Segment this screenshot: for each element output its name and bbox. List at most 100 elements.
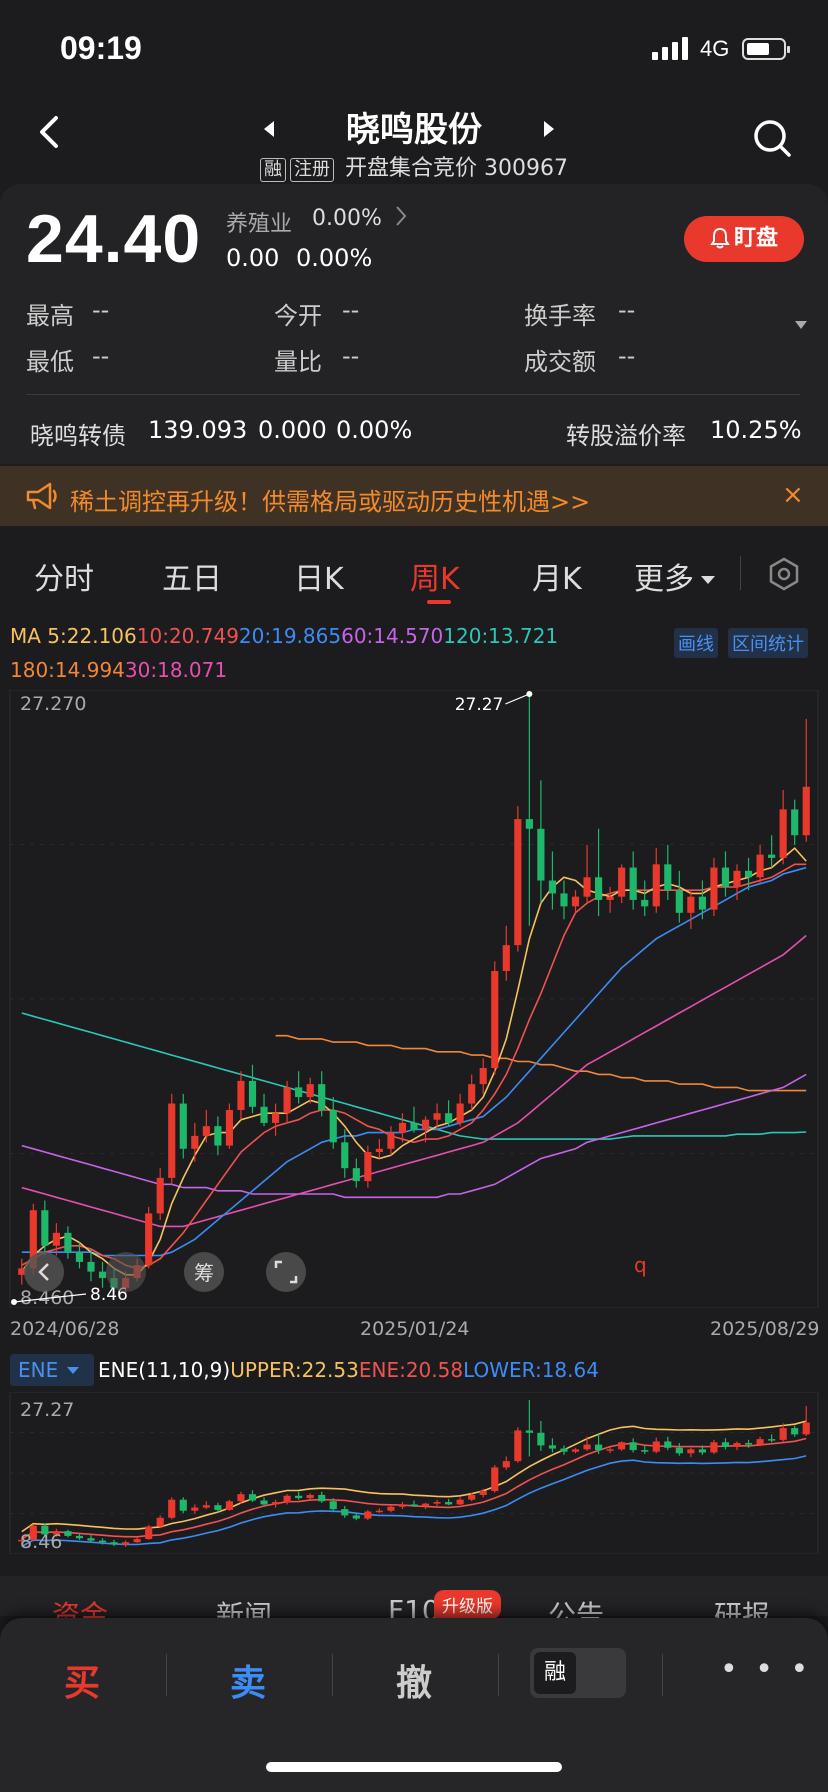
premium-value: 10.25%: [710, 416, 802, 444]
candle-body: [295, 1087, 303, 1098]
watch-button[interactable]: 盯盘: [684, 216, 804, 262]
candle-body: [675, 1447, 683, 1454]
candle-body: [502, 945, 510, 972]
industry-link[interactable]: 养殖业: [226, 206, 292, 238]
tab-five-day[interactable]: 五日: [162, 554, 222, 598]
candle-body: [110, 1542, 118, 1545]
ma10-label: 10:20.749: [136, 624, 239, 648]
banner-text[interactable]: 稀土调控再升级！供需格局或驱动历史性机遇>>: [70, 482, 590, 517]
draw-line-button[interactable]: 画线: [674, 628, 718, 658]
candle-body: [191, 1507, 199, 1511]
ma5-label: MA 5:22.106: [10, 624, 137, 648]
ene-chart[interactable]: 27.27 8.46: [0, 1392, 828, 1554]
next-stock-icon[interactable]: [542, 120, 556, 138]
chevron-right-icon[interactable]: [394, 204, 408, 228]
candle-body: [537, 828, 545, 881]
candle-body: [652, 1441, 660, 1452]
ma180-label: 180:14.994: [10, 658, 125, 682]
tab-more-label: 更多: [634, 562, 694, 597]
candle-body: [571, 896, 580, 907]
candle-body: [514, 819, 522, 946]
scroll-left-button[interactable]: [24, 1252, 64, 1292]
stock-name: 晓鸣股份: [346, 110, 482, 150]
candle-body: [802, 1422, 810, 1435]
more-icon[interactable]: • • •: [720, 1652, 812, 1687]
cancel-order-button[interactable]: 撤: [396, 1654, 432, 1706]
candle-body: [225, 1110, 233, 1146]
prev-stock-icon[interactable]: [262, 120, 276, 138]
ene-mid-line: [21, 1437, 807, 1540]
zoom-button[interactable]: [106, 1252, 146, 1292]
candle-body: [779, 1428, 787, 1440]
caret-down-icon: [67, 1367, 80, 1374]
tab-daily-k[interactable]: 日K: [294, 554, 344, 598]
candle-body: [191, 1135, 199, 1149]
expand-down-icon[interactable]: [794, 320, 808, 330]
indicator-selector[interactable]: ENE: [10, 1354, 94, 1386]
candle-body: [641, 899, 649, 907]
fullscreen-button[interactable]: [266, 1252, 306, 1292]
range-stats-button[interactable]: 区间统计: [728, 628, 808, 658]
candle-body: [698, 1449, 706, 1453]
candle-body: [744, 1443, 753, 1445]
stat-turnover-value: --: [618, 296, 636, 324]
candle-body: [606, 1449, 614, 1451]
candle-body: [664, 1441, 672, 1448]
search-icon[interactable]: [752, 118, 792, 158]
tab-intraday[interactable]: 分时: [34, 554, 94, 598]
bond-name[interactable]: 晓鸣转债: [30, 416, 126, 451]
candle-body: [387, 1506, 395, 1511]
candle-body: [791, 1428, 799, 1435]
buy-button[interactable]: 买: [64, 1654, 100, 1706]
candle-body: [202, 1126, 210, 1136]
chip-distribution-label: 筹: [194, 1261, 214, 1285]
battery-icon: [742, 38, 790, 60]
candle-body: [168, 1499, 176, 1518]
indicator-label: ENE: [18, 1358, 59, 1382]
active-tab-indicator: [427, 600, 451, 604]
megaphone-icon: [26, 482, 57, 510]
sell-button[interactable]: 卖: [230, 1654, 266, 1706]
candle-body: [768, 1439, 776, 1441]
candle-body: [756, 854, 764, 878]
stat-turnover-label: 换手率: [524, 302, 596, 330]
candle-body: [341, 1142, 349, 1169]
candle-body: [791, 809, 799, 836]
candle-body: [479, 1067, 487, 1085]
date-start: 2024/06/28: [10, 1318, 120, 1340]
candle-body: [421, 1119, 430, 1130]
candle-body: [721, 1442, 730, 1447]
tab-monthly-k[interactable]: 月K: [532, 554, 582, 598]
network-type: 4G: [700, 36, 730, 61]
tab-more[interactable]: 更多: [634, 554, 716, 598]
watch-label: 盯盘: [733, 226, 778, 251]
candle-body: [202, 1505, 210, 1508]
ma30-line: [21, 934, 807, 1228]
industry-change: 0.00%: [312, 206, 382, 231]
kline-chart[interactable]: 27.270 8.460 27.278.46 筹 q: [0, 690, 828, 1308]
candle-body: [698, 896, 706, 910]
candle-body: [502, 1461, 510, 1468]
close-icon[interactable]: ×: [782, 480, 804, 510]
candle-body: [214, 1126, 222, 1146]
trade-separator: [166, 1654, 167, 1696]
candle-body: [525, 1430, 533, 1433]
candle-body: [52, 1232, 60, 1246]
candle-body: [248, 1080, 257, 1107]
settings-hexagon-icon[interactable]: [766, 556, 802, 592]
candle-body: [687, 896, 695, 913]
candle-body: [398, 1122, 407, 1133]
tab-weekly-k[interactable]: 周K: [410, 554, 460, 598]
candle-body: [652, 864, 660, 907]
candle-body: [445, 1502, 453, 1505]
ma30-label: 30:18.071: [124, 658, 228, 682]
candle-body: [433, 1502, 441, 1504]
candle-body: [606, 896, 614, 900]
ene-y-min: 8.46: [20, 1531, 62, 1553]
stat-low-label: 最低: [26, 348, 74, 376]
upgrade-badge: 升级版: [434, 1590, 501, 1619]
candle-body: [421, 1503, 430, 1506]
candle-body: [710, 1442, 718, 1453]
ene-upper: UPPER:22.53: [230, 1358, 359, 1382]
last-price: 24.40: [26, 201, 202, 277]
